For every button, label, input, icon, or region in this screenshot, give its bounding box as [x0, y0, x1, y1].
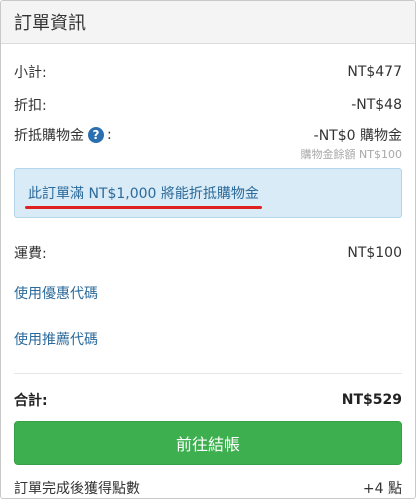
- shipping-label: 運費:: [14, 246, 47, 262]
- shipping-value: NT$100: [347, 245, 402, 261]
- subtotal-row: 小計: NT$477: [14, 62, 402, 82]
- panel-body: 小計: NT$477 折扣: -NT$48 折抵購物金 ? : -NT$0 購物…: [1, 62, 415, 498]
- panel-title: 訂單資訊: [14, 13, 86, 34]
- panel-header: 訂單資訊: [1, 1, 415, 44]
- discount-label: 折扣:: [14, 98, 47, 114]
- use-referral-code-link[interactable]: 使用推薦代碼: [14, 329, 402, 349]
- checkout-button[interactable]: 前往結帳: [14, 421, 402, 465]
- discount-value: -NT$48: [351, 97, 402, 113]
- total-value: NT$529: [341, 392, 402, 408]
- store-credit-notice: 此訂單滿 NT$1,000 將能折抵購物金: [14, 168, 402, 218]
- subtotal-value: NT$477: [347, 64, 402, 80]
- discount-row: 折扣: -NT$48: [14, 95, 402, 115]
- store-credit-balance: 購物金餘額 NT$100: [300, 148, 402, 161]
- total-row: 合計: NT$529: [14, 390, 402, 410]
- reward-points-row: 訂單完成後獲得點數 +4 點: [14, 478, 402, 498]
- store-credit-value: -NT$0 購物金: [313, 128, 402, 144]
- shipping-row: 運費: NT$100: [14, 243, 402, 263]
- store-credit-label: 折抵購物金: [14, 128, 84, 144]
- store-credit-colon: :: [107, 127, 112, 143]
- use-coupon-code-link[interactable]: 使用優惠代碼: [14, 283, 402, 303]
- store-credit-label-group: 折抵購物金 ? :: [14, 125, 112, 145]
- store-credit-row: 折抵購物金 ? : -NT$0 購物金: [14, 125, 402, 145]
- total-label: 合計:: [14, 393, 48, 409]
- order-info-panel: 訂單資訊 小計: NT$477 折扣: -NT$48 折抵購物金 ? : -NT…: [0, 0, 416, 499]
- reward-points-label: 訂單完成後獲得點數: [14, 481, 140, 497]
- subtotal-label: 小計:: [14, 65, 47, 81]
- help-icon[interactable]: ?: [88, 127, 104, 143]
- store-credit-notice-link[interactable]: 此訂單滿 NT$1,000 將能折抵購物金: [25, 183, 262, 209]
- reward-points-value: +4 點: [362, 481, 402, 497]
- divider: [14, 373, 402, 374]
